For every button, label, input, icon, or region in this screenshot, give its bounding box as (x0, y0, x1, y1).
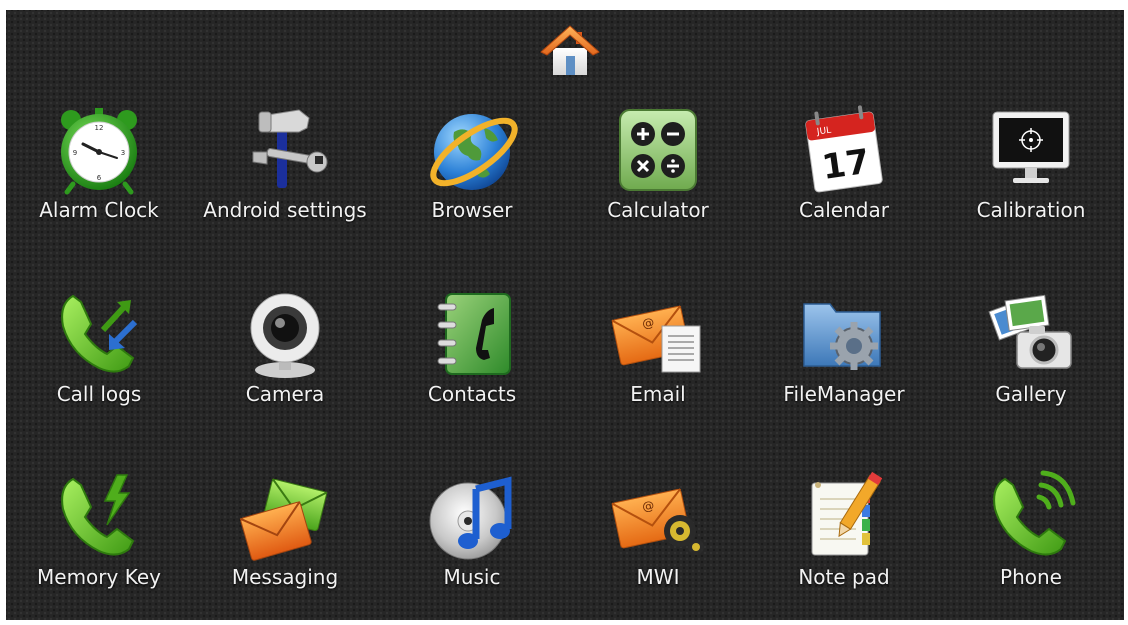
app-label: Messaging (231, 565, 339, 589)
app-browser[interactable]: Browser (379, 102, 565, 252)
app-alarm-clock[interactable]: 12 6 9 3 Alarm Clock (6, 102, 192, 252)
envelope-voicemail-icon: @ (610, 469, 706, 565)
app-label: Phone (1000, 565, 1062, 589)
app-filemanager[interactable]: FileManager (751, 286, 937, 436)
address-book-icon (424, 286, 520, 382)
app-label: Android settings (203, 198, 367, 222)
alarm-clock-icon: 12 6 9 3 (51, 102, 147, 198)
app-label: Memory Key (37, 565, 161, 589)
folder-gear-icon (796, 286, 892, 382)
svg-text:12: 12 (95, 124, 104, 132)
notepad-pencil-icon (796, 469, 892, 565)
app-messaging[interactable]: Messaging (192, 469, 378, 619)
calendar-day: 17 (820, 142, 872, 188)
music-cd-icon (424, 469, 520, 565)
app-label: Calibration (976, 198, 1086, 222)
app-label: Gallery (995, 382, 1067, 406)
app-label: Music (443, 565, 501, 589)
settings-tools-icon (237, 102, 333, 198)
app-music[interactable]: Music (379, 469, 565, 619)
app-calibration[interactable]: Calibration (938, 102, 1124, 252)
app-label: Browser (431, 198, 513, 222)
calendar-month: JUL (815, 126, 832, 138)
app-label: Call logs (56, 382, 142, 406)
app-contacts[interactable]: Contacts (379, 286, 565, 436)
phone-signal-icon (983, 469, 1079, 565)
app-note-pad[interactable]: Note pad (751, 469, 937, 619)
webcam-icon (237, 286, 333, 382)
phone-arrows-icon (51, 286, 147, 382)
app-calendar[interactable]: JUL 17 Calendar (751, 102, 937, 252)
calculator-icon (610, 102, 706, 198)
app-label: Alarm Clock (39, 198, 159, 222)
app-mwi[interactable]: @ MWI (565, 469, 751, 619)
app-camera[interactable]: Camera (192, 286, 378, 436)
monitor-target-icon (983, 102, 1079, 198)
app-label: Contacts (427, 382, 517, 406)
app-gallery[interactable]: Gallery (938, 286, 1124, 436)
app-calculator[interactable]: Calculator (565, 102, 751, 252)
app-label: Calculator (607, 198, 709, 222)
app-memory-key[interactable]: Memory Key (6, 469, 192, 619)
app-drawer: 12 6 9 3 Alarm Clock Android settings Br… (6, 10, 1124, 620)
photos-camera-icon (983, 286, 1079, 382)
globe-icon (424, 102, 520, 198)
app-label: MWI (636, 565, 680, 589)
svg-text:9: 9 (73, 149, 77, 157)
svg-text:3: 3 (121, 149, 125, 157)
phone-lightning-icon (51, 469, 147, 565)
svg-text:6: 6 (97, 174, 102, 182)
envelope-document-icon: @ (610, 286, 706, 382)
app-label: FileManager (783, 382, 905, 406)
app-label: Calendar (799, 198, 889, 222)
app-label: Email (630, 382, 686, 406)
envelopes-icon (237, 469, 333, 565)
app-android-settings[interactable]: Android settings (192, 102, 378, 252)
app-label: Note pad (798, 565, 890, 589)
app-phone[interactable]: Phone (938, 469, 1124, 619)
app-call-logs[interactable]: Call logs (6, 286, 192, 436)
app-email[interactable]: @ Email (565, 286, 751, 436)
app-label: Camera (245, 382, 325, 406)
calendar-icon: JUL 17 (796, 102, 892, 198)
